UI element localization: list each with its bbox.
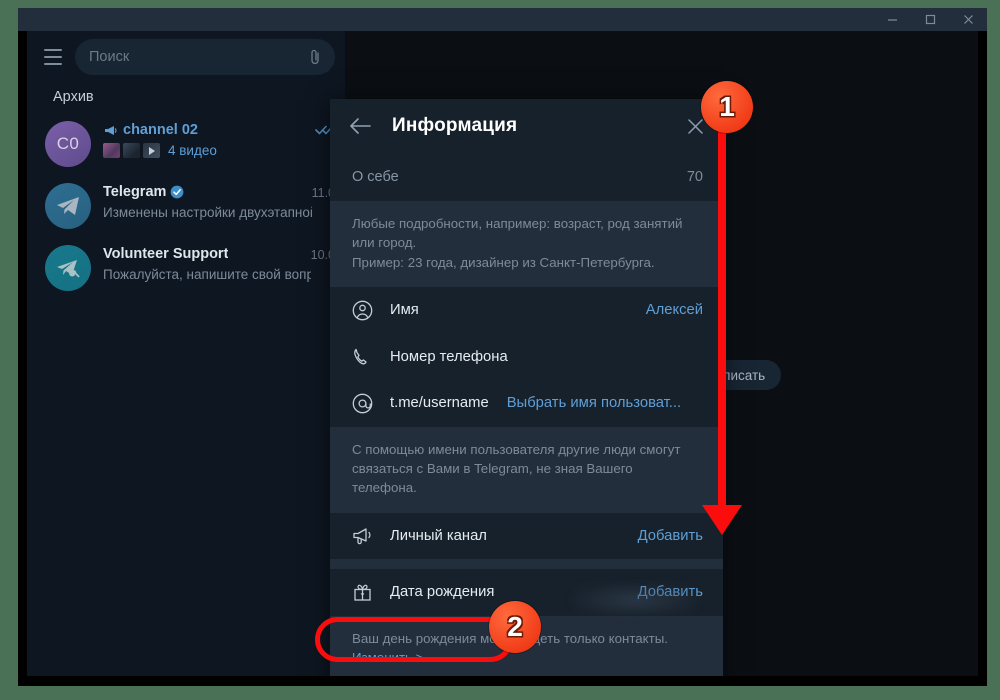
sidebar-search-row: Поиск — [27, 31, 345, 83]
bio-char-counter: 70 — [686, 169, 703, 185]
chat-preview: Изменены настройки двухэтапной — [103, 205, 312, 220]
birthday-hint-text: Ваш день рождения могут видеть только ко… — [352, 630, 668, 646]
chat-info: channel 02 4 видео — [91, 120, 315, 158]
avatar — [45, 245, 91, 291]
username-label: t.me/username — [390, 395, 489, 412]
chat-preview: 4 видео — [103, 143, 315, 158]
bio-section: О себе 70 — [330, 153, 723, 201]
username-action-link[interactable]: Выбрать имя пользоват... — [507, 395, 681, 411]
search-input[interactable]: Поиск — [75, 39, 335, 75]
list-item[interactable]: Telegram Изменены настройки двухэтапной … — [27, 175, 345, 237]
chat-info: Volunteer Support Пожалуйста, напишите с… — [91, 244, 311, 282]
bio-field[interactable]: О себе 70 — [330, 153, 723, 201]
bio-hint-line-2: или город. — [352, 235, 417, 251]
window-title-bar — [18, 8, 987, 31]
username-row[interactable]: t.me/username Выбрать имя пользоват... — [330, 380, 723, 427]
video-thumbnail-icon — [123, 143, 140, 158]
bio-label: О себе — [352, 169, 399, 185]
avatar: C0 — [45, 121, 91, 167]
list-item[interactable]: C0 channel 02 4 видео — [27, 113, 345, 175]
chat-preview-text: 4 видео — [168, 143, 217, 158]
chat-title-row: channel 02 — [103, 122, 315, 138]
telegram-logo-icon — [57, 197, 79, 215]
username-hint: С помощью имени пользователя другие люди… — [330, 426, 723, 513]
chat-preview-text: Изменены настройки двухэтапной — [103, 205, 312, 220]
phone-label: Номер телефона — [390, 348, 508, 365]
verified-badge-icon — [170, 185, 184, 199]
birthday-change-link[interactable]: Изменить > — [352, 650, 423, 665]
list-item[interactable]: Volunteer Support Пожалуйста, напишите с… — [27, 237, 345, 299]
video-thumbnail-icon — [103, 143, 120, 158]
bio-hint: Любые подробности, например: возраст, ро… — [330, 201, 723, 287]
personal-channel-section: Личный канал Добавить — [330, 512, 723, 559]
personal-channel-label: Личный канал — [390, 527, 487, 544]
chat-title-row: Volunteer Support — [103, 246, 311, 262]
chat-title-row: Telegram — [103, 184, 312, 200]
chat-name: Volunteer Support — [103, 246, 229, 262]
name-row[interactable]: Имя Алексей — [330, 287, 723, 334]
birthday-label: Дата рождения — [390, 584, 495, 601]
censored-phone-number — [571, 582, 699, 617]
megaphone-icon — [352, 526, 378, 546]
back-arrow-icon[interactable] — [346, 112, 374, 140]
bio-hint-line-3: Пример: 23 года, дизайнер из Санкт-Петер… — [352, 254, 655, 270]
name-label: Имя — [390, 302, 419, 319]
section-divider — [330, 558, 723, 569]
chat-info: Telegram Изменены настройки двухэтапной — [91, 182, 312, 220]
page-title: Информация — [392, 115, 518, 136]
hamburger-menu-icon[interactable] — [35, 39, 71, 75]
close-icon[interactable] — [681, 112, 709, 140]
avatar — [45, 183, 91, 229]
gift-icon — [352, 582, 378, 603]
chat-list-sidebar: Поиск Архив C0 channel 02 4 видео Telegr… — [27, 31, 345, 676]
chat-name: channel 02 — [123, 122, 198, 138]
support-logo-icon — [57, 260, 80, 278]
name-value[interactable]: Алексей — [646, 302, 703, 318]
phone-icon — [352, 347, 378, 367]
telegram-window: Поиск Архив C0 channel 02 4 видео Telegr… — [27, 31, 978, 676]
search-placeholder: Поиск — [89, 49, 130, 65]
at-sign-icon — [352, 393, 378, 414]
username-hint-line-1: С помощью имени пользователя другие люди… — [352, 441, 681, 457]
person-circle-icon — [352, 300, 378, 321]
profile-fields-section: Имя Алексей Номер телефона t.me/username — [330, 286, 723, 617]
video-thumbnail-icon — [143, 143, 160, 158]
minimize-button[interactable] — [873, 8, 911, 31]
chat-name: Telegram — [103, 184, 167, 200]
phone-row[interactable]: Номер телефона — [330, 334, 723, 380]
chat-preview: Пожалуйста, напишите свой вопро — [103, 267, 311, 282]
bio-hint-line-1: Любые подробности, например: возраст, ро… — [352, 216, 683, 231]
close-button[interactable] — [949, 8, 987, 31]
avatar-initials: C0 — [56, 134, 80, 153]
screenshot-frame: Поиск Архив C0 channel 02 4 видео Telegr… — [0, 0, 1000, 700]
megaphone-icon — [103, 124, 117, 137]
archive-section-label: Архив — [53, 89, 94, 105]
information-settings-dialog: Информация О себе 70 Любые подробности, … — [330, 99, 723, 676]
maximize-button[interactable] — [911, 8, 949, 31]
personal-channel-row[interactable]: Личный канал Добавить — [330, 513, 723, 559]
username-hint-line-2: связаться с Вами в Telegram, не зная Ваш… — [352, 461, 633, 496]
chat-preview-text: Пожалуйста, напишите свой вопро — [103, 267, 311, 282]
personal-channel-add-link[interactable]: Добавить — [638, 528, 703, 544]
birthday-hint: Ваш день рождения могут видеть только ко… — [330, 615, 723, 676]
dialog-header: Информация — [330, 99, 723, 153]
paperclip-icon[interactable] — [307, 48, 323, 71]
